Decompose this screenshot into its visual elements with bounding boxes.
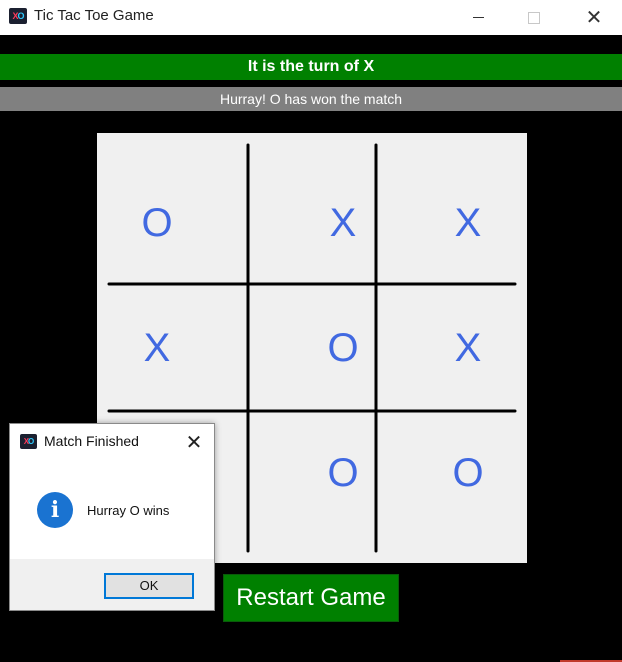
title-bar: XO Tic Tac Toe Game ✕ bbox=[0, 0, 622, 35]
turn-indicator: It is the turn of X bbox=[0, 54, 622, 80]
board-cell-1[interactable]: X bbox=[283, 178, 403, 268]
board-cell-2[interactable]: X bbox=[408, 178, 528, 268]
app-icon: XO bbox=[9, 8, 27, 24]
board-cell-0[interactable]: O bbox=[97, 178, 217, 268]
close-button[interactable]: ✕ bbox=[566, 0, 622, 35]
match-finished-dialog: XO Match Finished ✕ i Hurray O wins OK bbox=[9, 423, 215, 611]
info-icon: i bbox=[37, 492, 73, 528]
board-cell-5[interactable]: X bbox=[408, 303, 528, 393]
dialog-title: Match Finished bbox=[44, 433, 139, 449]
close-icon: ✕ bbox=[585, 6, 603, 29]
window-title: Tic Tac Toe Game bbox=[34, 7, 154, 24]
restart-game-button[interactable]: Restart Game bbox=[223, 574, 399, 622]
maximize-icon bbox=[528, 11, 540, 24]
minimize-button[interactable] bbox=[450, 0, 506, 35]
minimize-icon bbox=[472, 17, 484, 18]
dialog-close-icon[interactable]: ✕ bbox=[180, 429, 208, 457]
board-cell-4[interactable]: O bbox=[283, 303, 403, 393]
board-cell-7[interactable]: O bbox=[283, 428, 403, 518]
board-cell-3[interactable]: X bbox=[97, 303, 217, 393]
app-icon-o: O bbox=[17, 11, 25, 21]
status-message: Hurray! O has won the match bbox=[0, 87, 622, 111]
dialog-app-icon: XO bbox=[20, 434, 37, 449]
dialog-message: Hurray O wins bbox=[87, 503, 170, 518]
maximize-button[interactable] bbox=[506, 0, 562, 35]
ok-button[interactable]: OK bbox=[104, 573, 194, 599]
board-cell-8[interactable]: O bbox=[408, 428, 528, 518]
dialog-app-icon-o: O bbox=[28, 437, 34, 446]
